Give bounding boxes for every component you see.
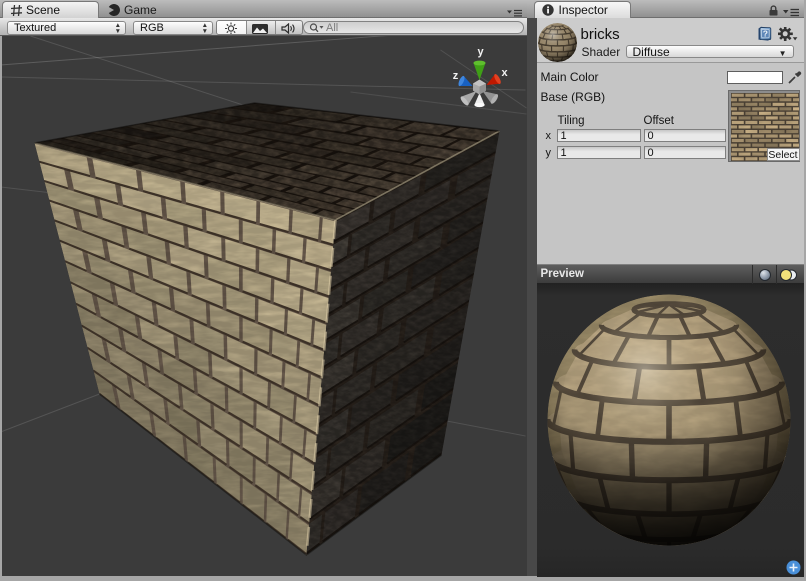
svg-text:x: x <box>501 67 508 79</box>
svg-text:y: y <box>477 46 484 58</box>
svg-text:z: z <box>452 70 458 82</box>
svg-text:?: ? <box>762 29 767 39</box>
